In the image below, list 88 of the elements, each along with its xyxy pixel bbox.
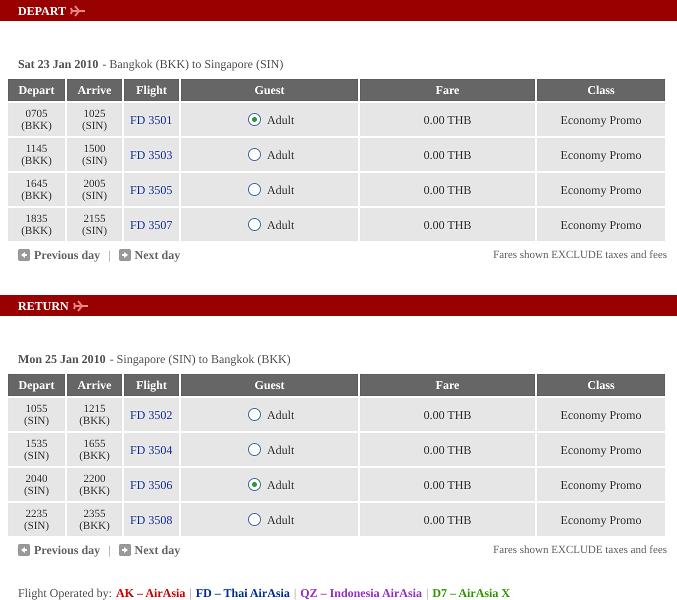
next-day-link[interactable]: Next day [134, 541, 180, 559]
table-cell: Economy Promo [537, 138, 665, 171]
plane-icon [70, 4, 86, 16]
column-header: Flight [124, 374, 179, 396]
table-cell: 1055 (SIN) [8, 398, 65, 431]
column-header: Guest [181, 79, 358, 101]
table-cell: 2200 (BKK) [67, 468, 122, 501]
table-cell: 0.00 THB [360, 208, 535, 241]
column-header: Class [537, 374, 665, 396]
radio-button[interactable] [248, 443, 261, 456]
route-text: - Singapore (SIN) to Bangkok (BKK) [110, 351, 291, 368]
radio-button[interactable] [248, 218, 261, 231]
fare-note: Fares shown EXCLUDE taxes and fees [493, 542, 667, 558]
table-cell: 2155 (SIN) [67, 208, 122, 241]
operator-name: AK – AirAsia [116, 585, 186, 600]
operator-name: FD – Thai AirAsia [196, 585, 290, 600]
table-cell: Economy Promo [537, 103, 665, 136]
left-arrow-icon[interactable] [18, 544, 30, 556]
nav-separator: | [108, 247, 111, 264]
operator-separator: | [294, 585, 296, 600]
previous-day-link[interactable]: Previous day [34, 541, 100, 559]
route-text: - Bangkok (BKK) to Singapore (SIN) [102, 56, 284, 73]
table-cell: Economy Promo [537, 503, 665, 536]
table-cell: Economy Promo [537, 433, 665, 466]
table-cell: 0.00 THB [360, 138, 535, 171]
table-cell: Economy Promo [537, 208, 665, 241]
table-cell: 0.00 THB [360, 103, 535, 136]
table-cell: 1145 (BKK) [8, 138, 65, 171]
table-cell: 2355 (BKK) [67, 503, 122, 536]
guest-label: Adult [267, 112, 294, 128]
table-cell: 1500 (SIN) [67, 138, 122, 171]
table-cell: Economy Promo [537, 468, 665, 501]
radio-button[interactable] [248, 113, 261, 126]
right-arrow-icon[interactable] [118, 544, 131, 556]
flight-date: Sat 23 Jan 2010 [18, 56, 98, 73]
guest-label: Adult [267, 182, 294, 198]
column-header: Arrive [67, 374, 122, 396]
table-cell: 0.00 THB [360, 468, 535, 501]
guest-label: Adult [267, 512, 294, 528]
column-header: Guest [181, 374, 358, 396]
guest-label: Adult [267, 406, 294, 424]
table-cell: 1535 (SIN) [8, 433, 65, 466]
table-cell: 2235 (SIN) [8, 503, 65, 536]
operator-separator: | [189, 585, 192, 600]
left-arrow-icon[interactable] [18, 249, 30, 261]
radio-button[interactable] [248, 478, 261, 491]
guest-label: Adult [267, 476, 294, 494]
previous-day-link[interactable]: Previous day [34, 246, 100, 264]
table-cell: 2040 (SIN) [8, 468, 65, 501]
column-header: Class [537, 79, 665, 101]
operator-name: D7 – AirAsia X [432, 585, 510, 600]
table-cell: 1835 (BKK) [8, 208, 65, 241]
fare-note: Fares shown EXCLUDE taxes and fees [493, 248, 667, 263]
column-header: Depart [8, 79, 65, 101]
radio-button[interactable] [248, 148, 261, 161]
guest-label: Adult [267, 442, 294, 458]
table-cell: 1215 (BKK) [67, 398, 122, 431]
flight-date: Mon 25 Jan 2010 [18, 351, 106, 368]
guest-label: Adult [267, 216, 294, 234]
table-cell: 1655 (BKK) [67, 433, 122, 466]
table-cell: 0.00 THB [360, 433, 535, 466]
plane-icon [72, 300, 89, 312]
table-cell: 0.00 THB [360, 398, 535, 431]
radio-button[interactable] [248, 183, 261, 196]
radio-button[interactable] [248, 513, 261, 526]
table-cell: 0.00 THB [360, 503, 535, 536]
column-header: Arrive [67, 79, 122, 101]
table-cell: 1025 (SIN) [67, 103, 122, 136]
section-title: DEPART [18, 2, 66, 20]
table-cell: Economy Promo [537, 398, 665, 431]
guest-label: Adult [267, 146, 294, 164]
radio-button[interactable] [248, 408, 261, 421]
column-header: Fare [360, 79, 535, 101]
table-cell: Economy Promo [537, 173, 665, 206]
section-title: RETURN [18, 298, 69, 314]
column-header: Flight [124, 79, 179, 101]
next-day-link[interactable]: Next day [134, 246, 180, 264]
footer-label: Flight Operated by: [18, 585, 112, 600]
table-cell: 0705 (BKK) [8, 103, 65, 136]
column-header: Depart [8, 374, 65, 396]
table-cell: 0.00 THB [360, 173, 535, 206]
right-arrow-icon[interactable] [118, 249, 131, 261]
nav-separator: | [108, 542, 111, 559]
table-cell: 2005 (SIN) [67, 173, 122, 206]
operator-name: QZ – Indonesia AirAsia [300, 585, 422, 600]
operator-separator: | [426, 585, 428, 600]
column-header: Fare [360, 374, 535, 396]
table-cell: 1645 (BKK) [8, 173, 65, 206]
